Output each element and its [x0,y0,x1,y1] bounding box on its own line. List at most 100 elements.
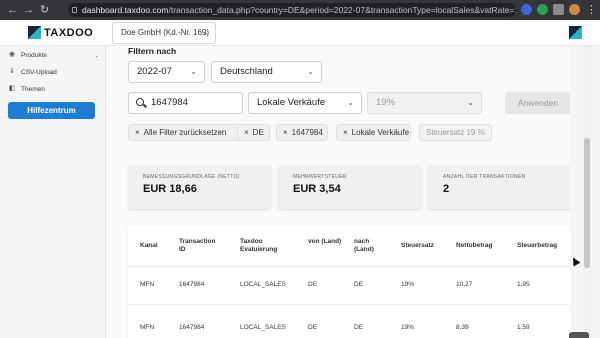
chevron-down-icon: ⌄ [347,98,354,107]
cell-kanal: MFN [140,324,155,331]
summary-label: Bemessungsgrundlage (netto) [143,174,240,180]
forward-icon[interactable]: → [23,4,34,16]
topics-icon: ◧ [8,85,16,92]
mouse-cursor-icon [569,255,581,267]
cell-evaluierung: LOCAL_SALES [240,324,286,331]
transactions-table: Kanal Transaction ID Taxdoo Evaluierung … [128,226,570,338]
cell-transaction-id: 1647984 [179,324,205,331]
column-header-von: von (Land) [308,238,342,245]
transaction-type-select[interactable]: Lokale Verkäufe ⌄ [248,92,362,114]
rate-chip[interactable]: Steuersatz 19 % [419,124,492,141]
transaction-type-value: Lokale Verkäufe [257,97,326,108]
cell-transaction-id: 1647984 [179,281,205,288]
summary-card-net: Bemessungsgrundlage (netto) EUR 18,66 [128,165,271,209]
type-chip[interactable]: × Lokale Verkäufe [336,124,411,141]
summary-label: Mehrwertsteuer [293,174,347,180]
search-input[interactable]: 1647984 [128,92,243,114]
url-host: dashboard.taxdoo.com [82,5,169,15]
vat-rate-value: 19% [376,97,396,108]
menu-dots-icon[interactable]: ⋮ [586,4,597,16]
id-chip[interactable]: × 1647984 [276,124,328,141]
chip-label: Lokale Verkäufe [351,128,410,137]
search-value: 1647984 [151,97,188,108]
cell-nettobetrag: 8,39 [456,324,469,331]
app-header: TAXDOO Doe GmbH (Kd.-Nr. 169) ⌄ [0,20,600,46]
sidebar-item-csv-upload[interactable]: ⇓ CSV-Upload [8,68,57,76]
chevron-down-icon: ⌄ [467,98,474,107]
upload-icon: ⇓ [9,68,15,75]
taxdoo-logo[interactable]: TAXDOO [28,26,93,39]
scrollbar-thumb[interactable] [584,138,590,268]
column-header-kanal: Kanal [140,242,158,249]
chip-label: Alle Filter zurücksetzen [143,128,227,137]
cell-von: DE [308,281,318,288]
logo-mark-icon [28,26,41,39]
column-header-steuersatz: Steuersatz [401,242,434,249]
close-icon: × [283,128,288,137]
cell-von: DE [308,324,318,331]
back-icon[interactable]: ← [7,4,18,16]
column-header-nach: nach (Land) [354,238,374,253]
close-icon: × [343,128,348,137]
puzzle-icon[interactable] [553,4,564,15]
company-select[interactable]: Doe GmbH (Kd.-Nr. 169) ⌄ [112,22,216,44]
scrollbar[interactable] [583,46,591,338]
chip-label: DE [252,128,264,137]
reload-icon[interactable]: ↻ [40,4,49,16]
column-header-steuerbetrag: Steuerbetrag [517,242,558,249]
floating-tab[interactable] [569,332,589,338]
filter-title: Filtern nach [128,46,177,56]
cell-nettobetrag: 10,27 [456,281,473,288]
chip-label: 1647984 [291,128,323,137]
chevron-down-icon: ⌄ [307,67,314,76]
chevron-down-icon: ⌄ [202,28,209,37]
sidebar-item-label: Produkte [21,51,48,59]
column-header-evaluierung: Taxdoo Evaluierung [240,238,278,253]
cell-kanal: MFN [140,281,155,288]
cell-nach: DE [354,281,364,288]
summary-value: EUR 18,66 [143,183,197,195]
period-select[interactable]: 2022-07 ⌄ [128,61,205,83]
chevron-down-icon: ⌄ [190,67,197,76]
extension-icon[interactable] [537,4,548,15]
sidebar: ◉ Produkte ⌄ ⇓ CSV-Upload ◧ Themen Hilfe… [0,46,106,338]
browser-toolbar: ← → ↻ dashboard.taxdoo.com/transaction_d… [0,0,600,20]
main-content: Filtern nach 2022-07 ⌄ Deutschland ⌄ 164… [107,46,570,338]
column-header-nettobetrag: Nettobetrag [456,242,493,249]
search-icon [136,98,144,106]
cell-evaluierung: LOCAL_SALES [240,281,286,288]
summary-value: 2 [443,183,450,195]
column-header-transaction-id: Transaction ID [179,238,216,253]
sidebar-item-label: Themen [21,85,45,93]
apply-button[interactable]: Anwenden [505,92,570,114]
vat-rate-select[interactable]: 19% ⌄ [367,92,482,114]
chip-label: Steuersatz 19 % [426,128,485,137]
logo-text: TAXDOO [44,26,94,39]
help-center-button[interactable]: Hilfezentrum [8,102,95,119]
sidebar-item-themen[interactable]: ◧ Themen [8,85,45,93]
row-divider [128,266,570,267]
avatar[interactable] [569,4,580,15]
close-icon: × [244,128,249,137]
lock-icon [72,7,77,13]
country-select[interactable]: Deutschland ⌄ [211,61,322,83]
cell-nach: DE [354,324,364,331]
cell-steuerbetrag: 1,95 [517,281,530,288]
taxdoo-mark-icon [569,26,582,39]
sidebar-item-produkte[interactable]: ◉ Produkte ⌄ [8,51,99,59]
cell-steuerbetrag: 1,59 [517,324,530,331]
address-bar[interactable]: dashboard.taxdoo.com/transaction_data.ph… [68,3,516,17]
extension-icon[interactable] [521,4,532,15]
summary-value: EUR 3,54 [293,183,341,195]
cell-steuersatz: 19% [401,281,415,288]
company-select-value: Doe GmbH (Kd.-Nr. 169) [121,28,210,37]
box-icon: ◉ [8,51,16,58]
period-value: 2022-07 [137,66,172,77]
country-chip[interactable]: × DE [237,124,270,141]
summary-card-count: Anzahl der Transaktionen 2 [428,165,570,209]
summary-card-vat: Mehrwertsteuer EUR 3,54 [278,165,421,209]
row-divider [128,304,570,305]
summary-label: Anzahl der Transaktionen [443,174,526,180]
close-icon: × [135,128,140,137]
cell-steuersatz: 19% [401,324,415,331]
